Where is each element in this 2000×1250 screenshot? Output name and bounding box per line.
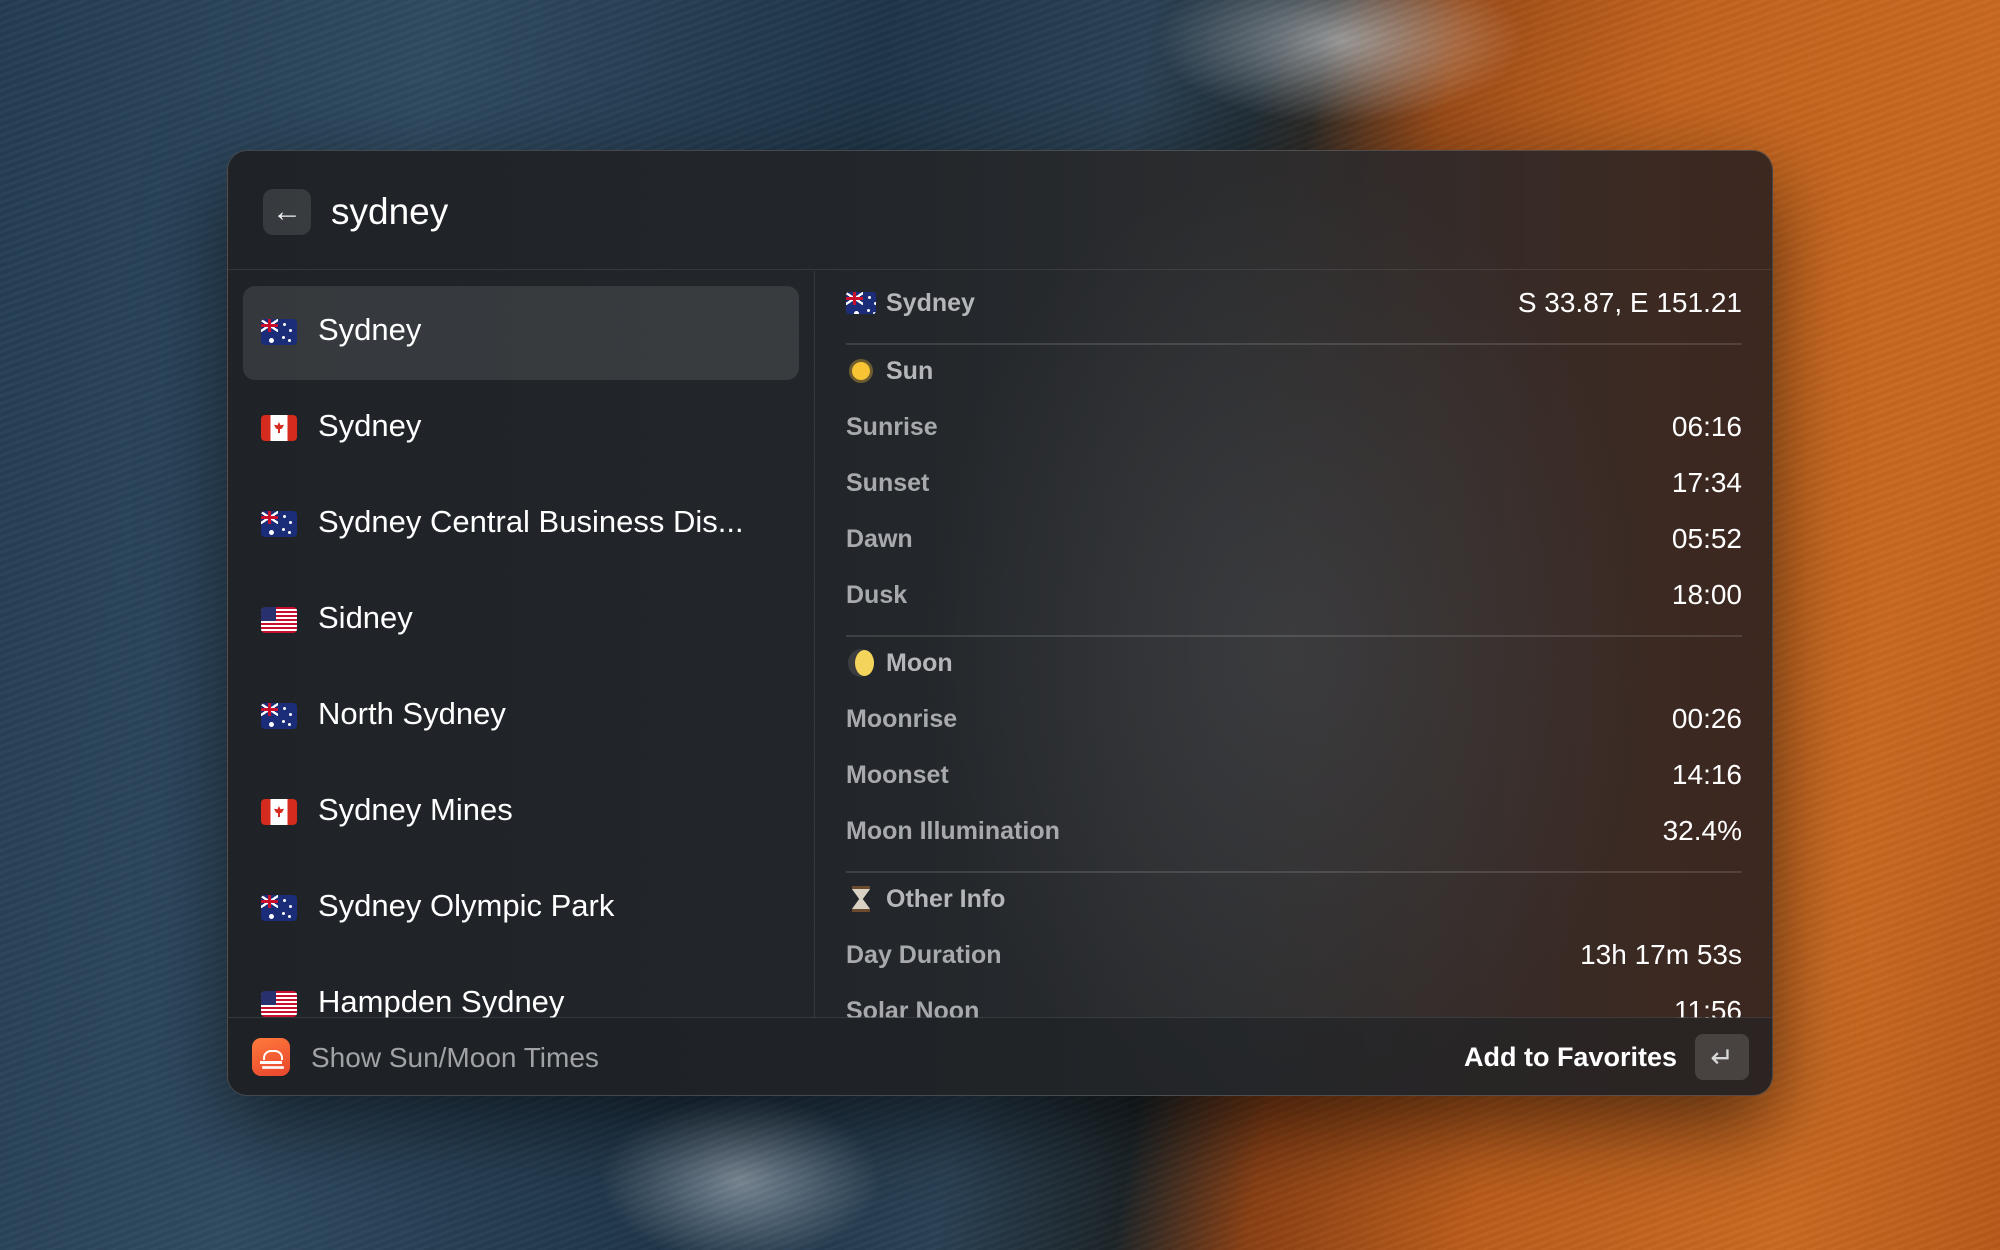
other-info-section-heading: Other Info	[846, 879, 1742, 919]
australia-flag-icon	[261, 895, 297, 921]
list-item[interactable]: Sydney	[243, 382, 799, 476]
row-label: Dawn	[846, 524, 913, 553]
list-item[interactable]: Hampden Sydney	[243, 958, 799, 1018]
row-value: 13h 17m 53s	[1580, 939, 1742, 970]
divider	[846, 871, 1742, 873]
dawn-row: Dawn 05:52	[846, 519, 1742, 559]
row-label: Sunrise	[846, 412, 938, 441]
day-duration-row: Day Duration 13h 17m 53s	[846, 935, 1742, 975]
australia-flag-icon	[261, 511, 297, 537]
row-value: 18:00	[1671, 579, 1742, 610]
row-value: 17:34	[1671, 467, 1742, 498]
list-item-label: Sidney	[318, 600, 413, 635]
list-item-label: North Sydney	[318, 696, 506, 731]
row-label: Dusk	[846, 580, 908, 609]
list-item[interactable]: Sydney Olympic Park	[243, 862, 799, 956]
return-key-icon[interactable]: ↵	[1695, 1034, 1749, 1080]
row-value: 06:16	[1671, 411, 1742, 442]
list-item-label: Sydney	[318, 408, 422, 443]
moon-icon	[846, 648, 876, 678]
dusk-row: Dusk 18:00	[846, 575, 1742, 615]
moonrise-row: Moonrise 00:26	[846, 699, 1742, 739]
sunset-row: Sunset 17:34	[846, 463, 1742, 503]
row-value: 14:16	[1671, 759, 1742, 790]
usa-flag-icon	[261, 607, 297, 633]
search-input[interactable]	[331, 185, 1231, 239]
list-item[interactable]: Sidney	[243, 574, 799, 668]
results-list: Sydney Sydney Sydney Central Business Di…	[228, 271, 815, 1018]
moon-section-heading: Moon	[846, 643, 1742, 683]
search-header: ←	[228, 151, 1772, 270]
list-item[interactable]: Sydney Mines	[243, 766, 799, 860]
australia-flag-icon	[846, 292, 876, 314]
list-item-label: Sydney Olympic Park	[318, 888, 615, 923]
row-label: Day Duration	[846, 940, 1002, 969]
section-heading: Moon	[886, 648, 953, 677]
list-item-label: Sydney Mines	[318, 792, 513, 827]
back-button[interactable]: ←	[263, 189, 311, 235]
list-item[interactable]: North Sydney	[243, 670, 799, 764]
row-value: 11:56	[1674, 995, 1742, 1018]
location-name: Sydney	[886, 288, 975, 317]
arrow-left-icon: ←	[272, 195, 302, 228]
australia-flag-icon	[261, 703, 297, 729]
usa-flag-icon	[261, 991, 297, 1017]
moonset-row: Moonset 14:16	[846, 755, 1742, 795]
row-value: 00:26	[1671, 703, 1742, 734]
list-item[interactable]: Sydney Central Business Dis...	[243, 478, 799, 572]
canada-flag-icon	[261, 799, 297, 825]
row-value: 05:52	[1671, 523, 1742, 554]
list-item-label: Hampden Sydney	[318, 984, 565, 1018]
hourglass-icon	[846, 884, 876, 914]
command-title: Show Sun/Moon Times	[311, 1042, 599, 1073]
list-item[interactable]: Sydney	[243, 286, 799, 380]
sun-section-heading: Sun	[846, 351, 1742, 391]
row-label: Sunset	[846, 468, 930, 497]
add-to-favorites-button[interactable]: Add to Favorites	[1464, 1042, 1677, 1073]
detail-panel: Sydney S 33.87, E 151.21 Sun Sunrise 06:…	[816, 271, 1772, 1018]
raycast-window: ← Sydney Sydney Sydney Central Business …	[227, 150, 1773, 1096]
divider	[846, 343, 1742, 345]
divider	[846, 635, 1742, 637]
list-item-label: Sydney	[318, 312, 422, 347]
row-label: Moon Illumination	[846, 816, 1060, 845]
section-heading: Sun	[886, 356, 934, 385]
coordinates-value: S 33.87, E 151.21	[1517, 287, 1742, 318]
row-label: Moonrise	[846, 704, 958, 733]
row-label: Moonset	[846, 760, 949, 789]
row-value: 32.4%	[1662, 815, 1742, 846]
canada-flag-icon	[261, 415, 297, 441]
sunrise-row: Sunrise 06:16	[846, 407, 1742, 447]
moon-illumination-row: Moon Illumination 32.4%	[846, 811, 1742, 851]
australia-flag-icon	[261, 319, 297, 345]
location-row: Sydney S 33.87, E 151.21	[846, 283, 1742, 323]
action-bar: Show Sun/Moon Times Add to Favorites ↵	[228, 1017, 1772, 1095]
row-label: Solar Noon	[846, 996, 980, 1019]
section-heading: Other Info	[886, 884, 1006, 913]
sun-icon	[846, 356, 876, 386]
list-item-label: Sydney Central Business Dis...	[318, 504, 744, 539]
solar-noon-row: Solar Noon 11:56	[846, 991, 1742, 1018]
sunrise-icon	[252, 1038, 290, 1076]
